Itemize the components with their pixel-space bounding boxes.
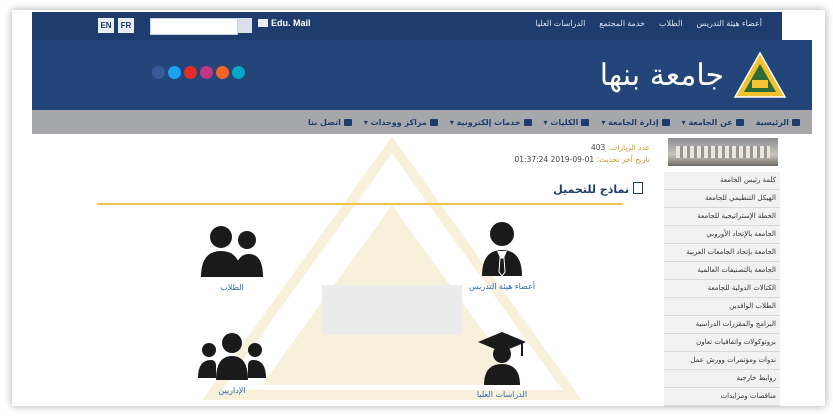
university-name: جامعة بنها [599, 57, 725, 93]
sidebar-item[interactable]: الخطة الإستراتيجية للجامعة [664, 208, 780, 226]
sidebar-item[interactable]: بروتوكولات واتفاقيات تعاون [664, 334, 780, 352]
list-icon [523, 118, 532, 126]
sidebar-item[interactable]: الكتالات الدولية للجامعة [664, 280, 780, 298]
document-icon [633, 182, 643, 194]
users-icon [661, 118, 670, 126]
graduate-icon [478, 332, 526, 385]
nav-contact[interactable]: اتصل بنا [308, 118, 352, 127]
twitter-icon[interactable] [168, 66, 181, 79]
building-icon [581, 118, 590, 126]
search-input[interactable] [150, 18, 238, 35]
envelope-icon [343, 118, 352, 126]
sidebar-item[interactable]: كلمة رئيس الجامعة [664, 172, 780, 190]
card-students[interactable]: الطلاب [182, 225, 282, 292]
visits-label: عدد الزيارات: [607, 143, 650, 152]
campus-photo [668, 138, 778, 166]
page-title: نماذج للتحميل [553, 182, 643, 196]
top-utility-bar: EN FR Edu. Mail الدراسات العليا خدمة الم… [32, 12, 782, 40]
toplink-community[interactable]: خدمة المجتمع [599, 19, 645, 28]
sidebar-item[interactable]: الجامعة بالإتحاد الأوروبي [664, 226, 780, 244]
visits-value: 403 [590, 143, 606, 152]
nav-eservices-label: خدمات إلكترونية ▾ [449, 117, 521, 127]
instagram-icon[interactable] [200, 66, 213, 79]
social-links [152, 66, 245, 79]
sidebar-item[interactable]: الهيكل التنظيمي للجامعة [664, 190, 780, 208]
nav-about-label: عن الجامعة ▾ [681, 117, 733, 127]
lang-fr-button[interactable]: FR [118, 18, 134, 33]
title-divider [97, 203, 623, 205]
nav-administration-label: إدارة الجامعة ▾ [601, 117, 659, 127]
updated-label: تاريخ آخر تحديث: [596, 155, 650, 164]
nav-centers[interactable]: مراكز ووحدات ▾ [364, 118, 438, 127]
sidebar-item[interactable]: البرامج والمقررات الدراسية [664, 316, 780, 334]
nav-contact-label: اتصل بنا [308, 117, 341, 127]
nav-about[interactable]: عن الجامعة ▾ [682, 118, 744, 127]
toplink-postgrad[interactable]: الدراسات العليا [535, 19, 585, 28]
sidebar: كلمة رئيس الجامعة الهيكل التنظيمي للجامعة… [664, 138, 780, 406]
card-faculty-label: أعضاء هيئة التدريس [468, 282, 536, 291]
teacher-icon [482, 222, 522, 277]
nav-eservices[interactable]: خدمات إلكترونية ▾ [450, 118, 532, 127]
sidebar-item[interactable]: روابط خارجية [664, 370, 780, 388]
card-students-label: الطلاب [220, 283, 244, 292]
nav-home-label: الرئيسية [755, 117, 789, 127]
book-icon [429, 118, 438, 126]
toplink-faculty[interactable]: أعضاء هيئة التدريس [697, 19, 762, 28]
sidebar-item[interactable]: الجامعة بإتحاد الجامعات العربية [664, 244, 780, 262]
eye-icon [735, 118, 744, 126]
nav-centers-label: مراكز ووحدات ▾ [363, 117, 427, 127]
main-nav: الرئيسية عن الجامعة ▾ إدارة الجامعة ▾ ال… [32, 110, 812, 134]
lang-en-button[interactable]: EN [98, 18, 114, 33]
browser-frame: EN FR Edu. Mail الدراسات العليا خدمة الم… [12, 10, 825, 406]
nav-home[interactable]: الرئيسية [756, 118, 800, 127]
card-admin[interactable]: الإداريين [182, 332, 282, 395]
youtube-icon[interactable] [184, 66, 197, 79]
edu-mail-label: Edu. Mail [271, 18, 311, 28]
university-logo-icon [733, 51, 787, 98]
flickr-icon[interactable] [232, 66, 245, 79]
nav-faculties[interactable]: الكليات ▾ [544, 118, 590, 127]
sidebar-item[interactable]: ندوات ومؤتمرات وورش عمل [664, 352, 780, 370]
facebook-icon[interactable] [152, 66, 165, 79]
search-icon[interactable] [238, 18, 252, 33]
toplink-students[interactable]: الطلاب [659, 19, 683, 28]
site-header: جامعة بنها [32, 40, 812, 110]
edu-mail-link[interactable]: Edu. Mail [258, 18, 311, 28]
sidebar-item[interactable]: مناقصات ومزايدات [664, 388, 780, 406]
page-title-text: نماذج للتحميل [553, 183, 629, 196]
mail-icon [258, 19, 268, 27]
students-icon [201, 226, 263, 277]
card-postgrad[interactable]: الدراسات العليا [452, 330, 552, 399]
top-links: الدراسات العليا خدمة المجتمع الطلاب أعضا… [535, 19, 762, 28]
card-postgrad-label: الدراسات العليا [476, 390, 528, 399]
nav-administration[interactable]: إدارة الجامعة ▾ [601, 117, 670, 127]
staff-group-icon [198, 333, 266, 380]
nav-faculties-label: الكليات ▾ [543, 117, 579, 127]
card-faculty[interactable]: أعضاء هيئة التدريس [452, 220, 552, 291]
page-stats: عدد الزيارات: 403 تاريخ آخر تحديث: 01-09… [515, 142, 651, 166]
sidebar-list: كلمة رئيس الجامعة الهيكل التنظيمي للجامعة… [664, 172, 780, 406]
sidebar-item[interactable]: الجامعة بالتصنيفات العالمية [664, 262, 780, 280]
university-brand[interactable]: جامعة بنها [600, 50, 788, 100]
updated-value: 01-09-2019 01:37:24 [514, 155, 595, 164]
home-icon [792, 118, 800, 126]
card-admin-label: الإداريين [218, 386, 246, 395]
sidebar-item[interactable]: الطلاب الوافدين [664, 298, 780, 316]
rss-icon[interactable] [216, 66, 229, 79]
